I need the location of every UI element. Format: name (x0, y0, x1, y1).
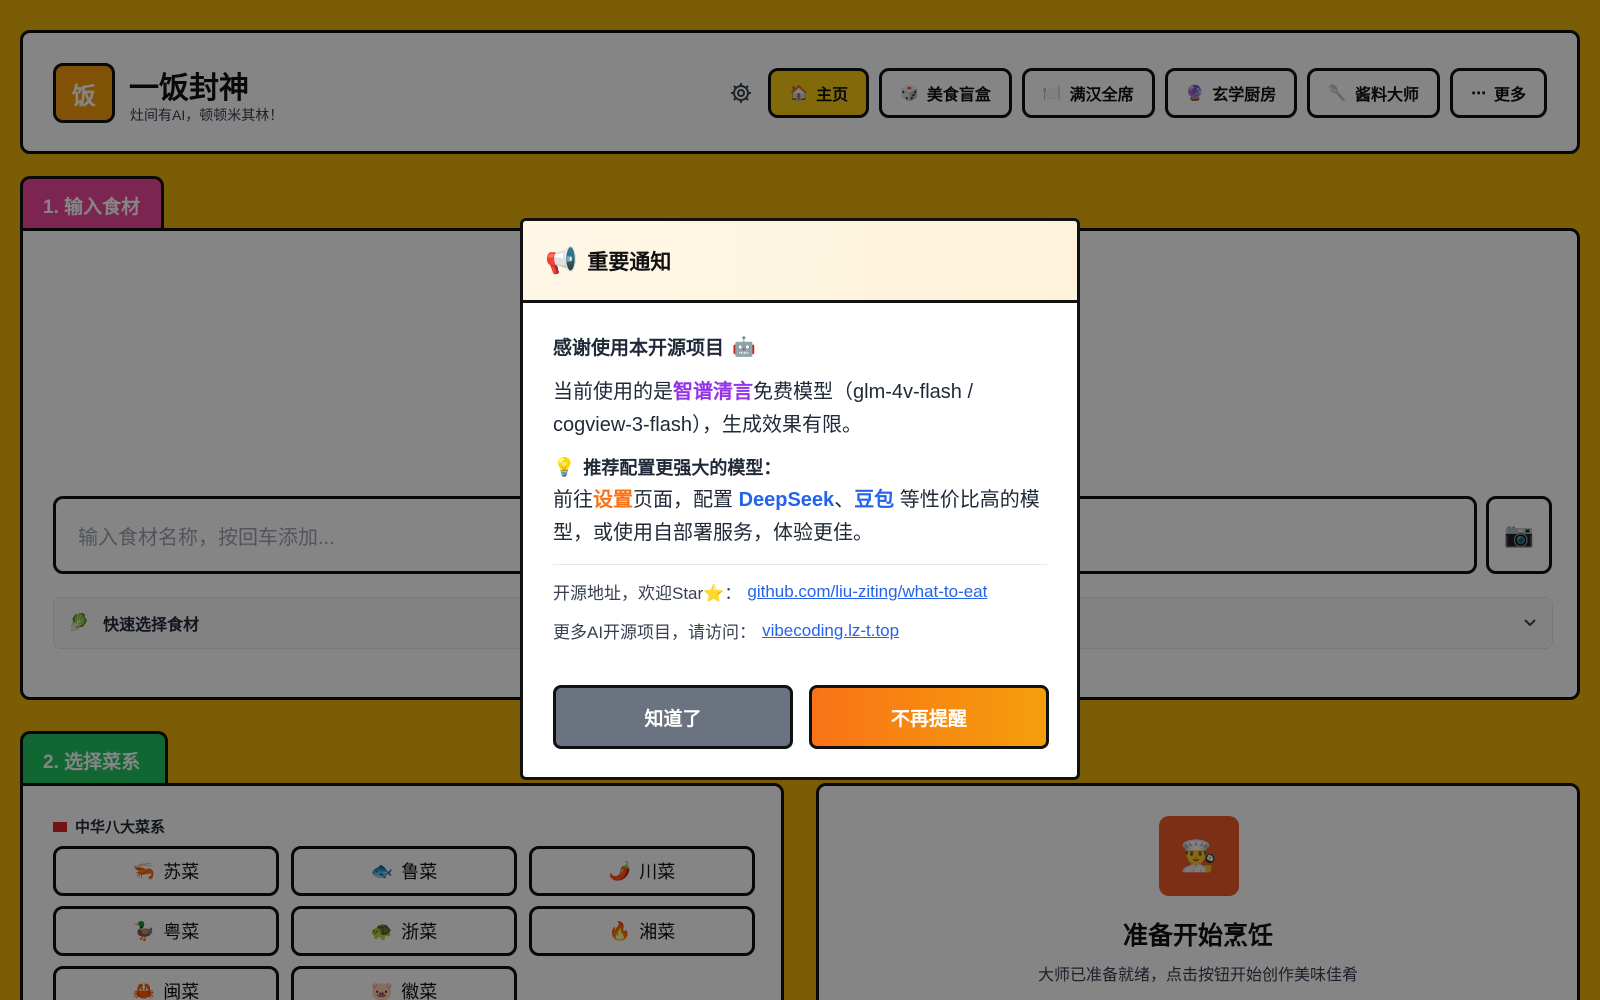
divider (553, 564, 1047, 565)
deepseek-highlight: DeepSeek (738, 489, 835, 511)
modal-body: 感谢使用本开源项目 🤖 当前使用的是智谱清言免费模型（glm-4v-flash … (523, 303, 1077, 643)
modal-title: 重要通知 (587, 250, 672, 274)
more-projects-link[interactable]: vibecoding.lz-t.top (762, 621, 899, 641)
more-label: 更多AI开源项目，请访问： (553, 623, 757, 642)
modal-header: 📢 重要通知 (523, 221, 1077, 303)
doubao-highlight: 豆包 (854, 489, 895, 511)
megaphone-icon: 📢 (545, 245, 578, 275)
dont-remind-button[interactable]: 不再提醒 (809, 685, 1049, 749)
more-projects-row: 更多AI开源项目，请访问： vibecoding.lz-t.top (553, 618, 1047, 643)
model-notice: 当前使用的是智谱清言免费模型（glm-4v-flash / cogview-3-… (553, 376, 1047, 442)
repo-label: 开源地址，欢迎Star⭐： (553, 584, 742, 603)
thanks-line: 感谢使用本开源项目 🤖 (553, 333, 1047, 360)
rec-sep: 、 (834, 489, 855, 511)
notice-modal: 📢 重要通知 感谢使用本开源项目 🤖 当前使用的是智谱清言免费模型（glm-4v… (520, 218, 1080, 780)
lightbulb-icon: 💡 (553, 456, 576, 477)
recommend-body: 前往设置页面，配置 DeepSeek、豆包 等性价比高的模型，或使用自部署服务，… (553, 484, 1047, 550)
thanks-text: 感谢使用本开源项目 (553, 338, 725, 359)
got-it-button[interactable]: 知道了 (553, 685, 793, 749)
rec-text-a: 前往 (553, 489, 593, 511)
recommend-title: 推荐配置更强大的模型： (583, 458, 782, 478)
zhipu-highlight: 智谱清言 (673, 381, 753, 403)
notice-prefix: 当前使用的是 (553, 381, 673, 403)
settings-link[interactable]: 设置 (593, 489, 633, 511)
rec-text-b: 页面，配置 (633, 489, 739, 511)
robot-icon: 🤖 (732, 336, 756, 358)
modal-actions: 知道了 不再提醒 (553, 685, 1049, 749)
repo-row: 开源地址，欢迎Star⭐： github.com/liu-ziting/what… (553, 579, 1047, 604)
recommend-heading: 💡 推荐配置更强大的模型： (553, 454, 1047, 480)
repo-link[interactable]: github.com/liu-ziting/what-to-eat (747, 582, 987, 602)
